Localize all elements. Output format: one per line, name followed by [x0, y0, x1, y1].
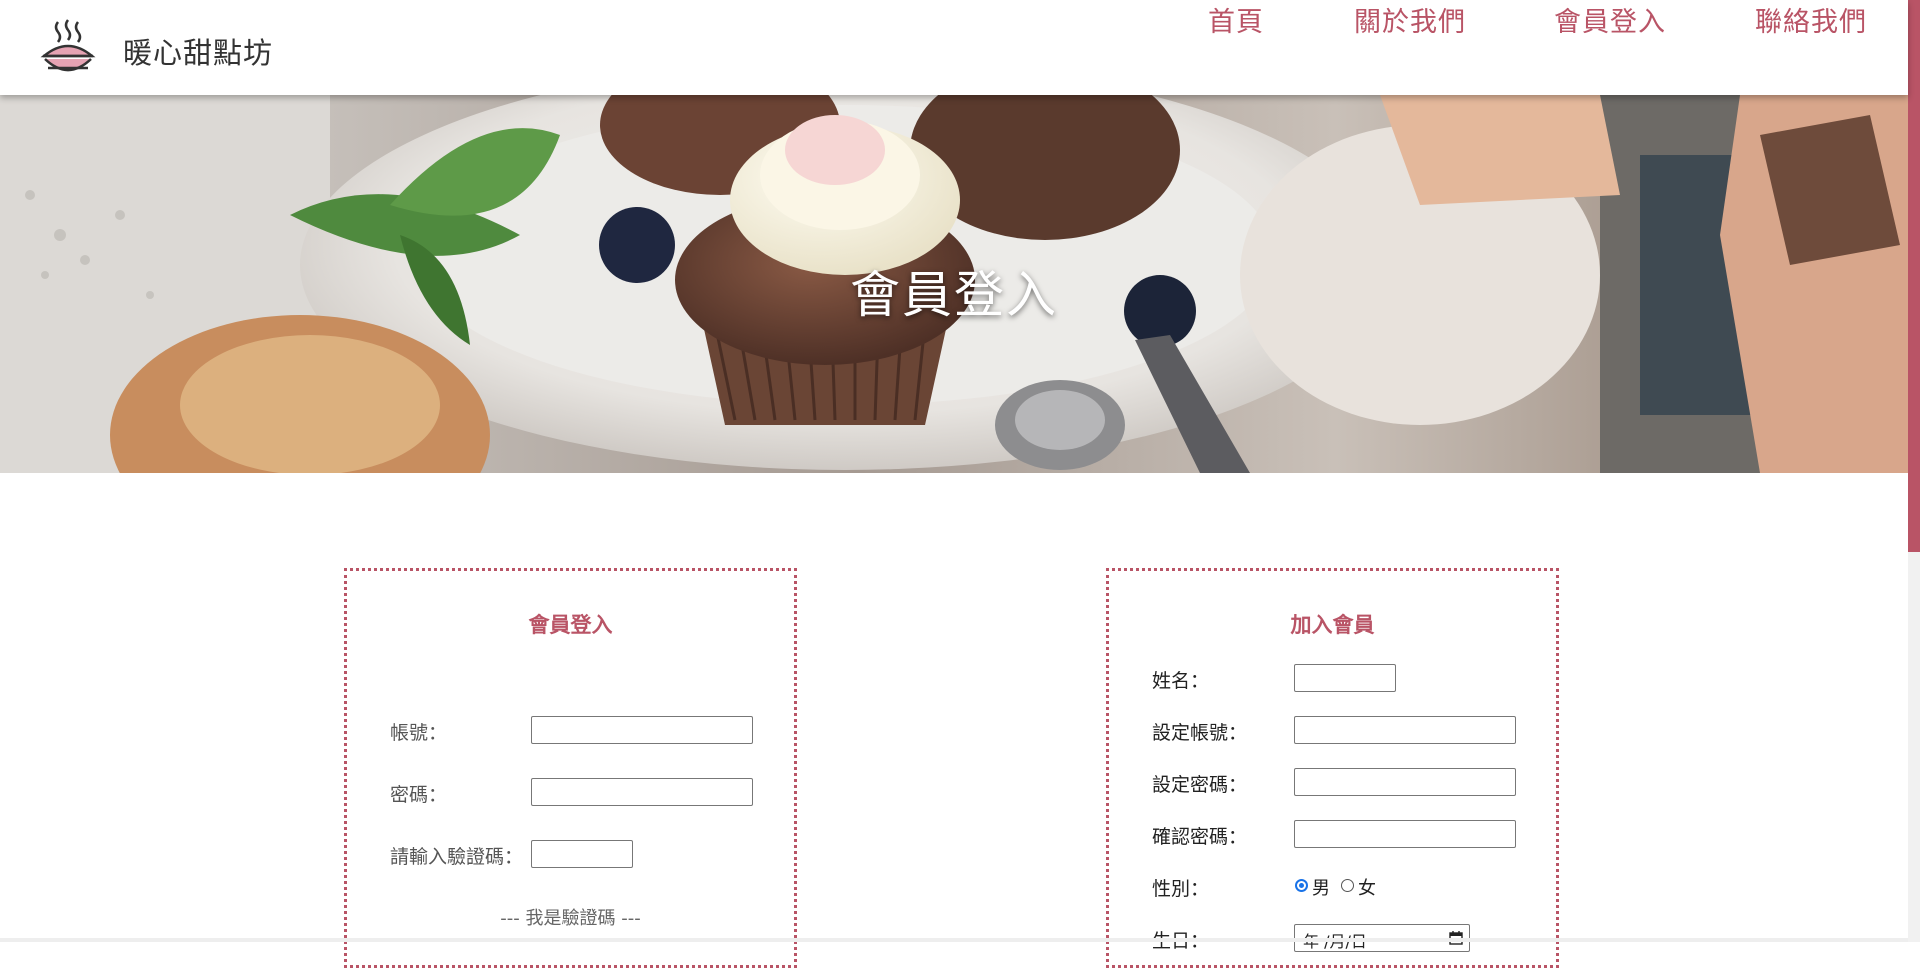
hero-banner: 會員登入: [0, 95, 1908, 473]
confirm-password-label: 確認密碼：: [1152, 826, 1248, 848]
set-password-label: 設定密碼：: [1152, 774, 1248, 796]
gender-label: 性別：: [1152, 878, 1210, 900]
nav-contact[interactable]: 聯絡我們: [1755, 0, 1867, 39]
set-account-label: 設定帳號：: [1152, 722, 1248, 744]
gender-male-radio[interactable]: [1295, 879, 1308, 892]
nav-home[interactable]: 首頁: [1208, 0, 1264, 39]
register-panel: 加入會員 姓名： 設定帳號： 設定密碼： 確認密碼： 性別： 男 女 生日： 年…: [1106, 568, 1559, 968]
gender-female-label: 女: [1358, 878, 1376, 899]
account-input[interactable]: [531, 716, 753, 744]
captcha-input[interactable]: [531, 840, 633, 868]
scrollbar-thumb[interactable]: [1908, 0, 1920, 552]
password-input[interactable]: [531, 778, 753, 806]
pie-steam-icon[interactable]: [40, 18, 96, 76]
login-panel: 會員登入 帳號： 密碼： 請輸入驗證碼： --- 我是驗證碼 ---: [344, 568, 797, 968]
captcha-label: 請輸入驗證碼：: [390, 846, 524, 868]
gender-male-label: 男: [1312, 878, 1330, 899]
password-label: 密碼：: [390, 784, 448, 806]
scrollbar[interactable]: [1908, 0, 1920, 942]
set-account-input[interactable]: [1294, 716, 1516, 744]
nav-about[interactable]: 關於我們: [1354, 0, 1466, 39]
name-input[interactable]: [1294, 664, 1396, 692]
captcha-text: --- 我是驗證碼 ---: [500, 908, 641, 929]
confirm-password-input[interactable]: [1294, 820, 1516, 848]
nav-member-login[interactable]: 會員登入: [1554, 0, 1666, 39]
gender-female-radio[interactable]: [1341, 879, 1354, 892]
account-label: 帳號：: [390, 722, 448, 744]
name-label: 姓名：: [1152, 670, 1210, 692]
page-bottom-edge: [0, 938, 1908, 942]
brand-name[interactable]: 暖心甜點坊: [123, 30, 273, 72]
set-password-input[interactable]: [1294, 768, 1516, 796]
login-title: 會員登入: [528, 613, 613, 637]
hero-title: 會員登入: [850, 266, 1058, 324]
register-title: 加入會員: [1290, 613, 1375, 637]
site-header: 暖心甜點坊 首頁 關於我們 會員登入 聯絡我們: [0, 0, 1908, 95]
